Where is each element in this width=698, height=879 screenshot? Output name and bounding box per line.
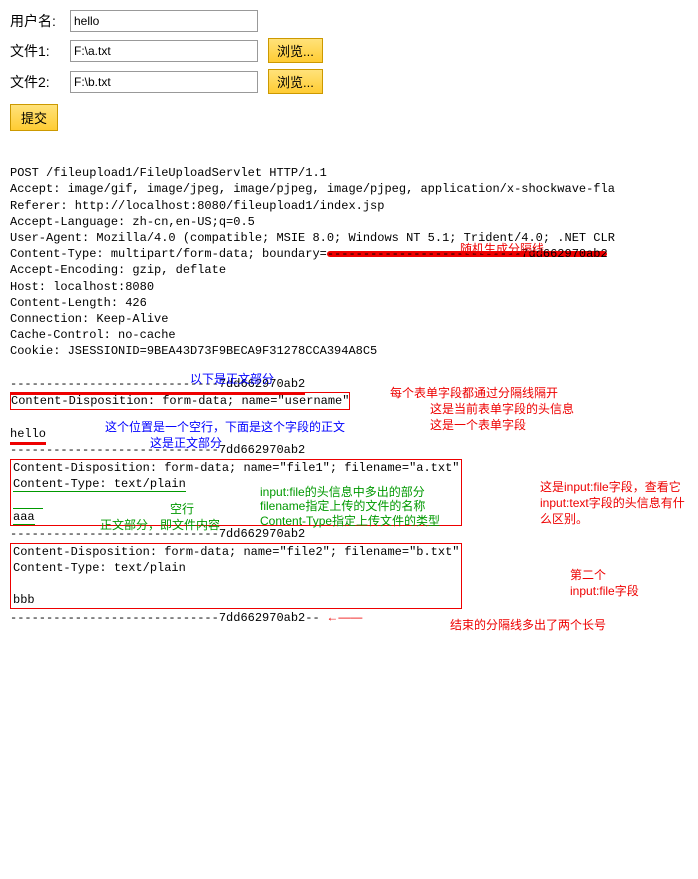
blank-line (13, 577, 20, 591)
anno-blank: 空行 (170, 501, 194, 517)
file1-input[interactable] (70, 40, 258, 62)
http-line: Content-Length: 426 (10, 296, 147, 310)
username-label: 用户名: (10, 11, 70, 31)
ct-file2: Content-Type: text/plain (13, 561, 186, 575)
http-line: POST /fileupload1/FileUploadServlet HTTP… (10, 166, 327, 180)
blank-line (10, 411, 17, 425)
file2-label: 文件2: (10, 72, 70, 92)
anno-is-form-field: 这是一个表单字段 (430, 417, 526, 433)
file1-label: 文件1: (10, 41, 70, 61)
http-line: Referer: http://localhost:8080/fileuploa… (10, 199, 384, 213)
anno-each-field: 每个表单字段都通过分隔线隔开 (390, 385, 558, 401)
anno-is-body: 这是正文部分 (150, 435, 222, 451)
anno-is-file-field: 这是input:file字段，查看它input:text字段的头信息有什么区别。 (540, 479, 690, 528)
anno-field-header: 这是当前表单字段的头信息 (430, 401, 574, 417)
ct-file1: Content-Type: text/plain (13, 477, 186, 492)
anno-blank-then-body: 这个位置是一个空行，下面是这个字段的正文 (105, 419, 345, 435)
body-file2: bbb (13, 593, 35, 607)
cd-username: Content-Disposition: form-data; name="us… (10, 394, 350, 408)
username-input[interactable] (70, 10, 258, 32)
anno-final-dash: 结束的分隔线多出了两个长号 (450, 617, 606, 633)
anno-body-content: 正文部分，即文件内容 (100, 517, 220, 533)
http-line: Cookie: JSESSIONID=9BEA43D73F9BECA9F3127… (10, 344, 377, 358)
submit-button[interactable]: 提交 (10, 104, 58, 131)
anno-random-boundary: 随机生成分隔线 (460, 241, 544, 257)
http-line: Accept: image/gif, image/jpeg, image/pjp… (10, 182, 615, 196)
cd-file1: Content-Disposition: form-data; name="fi… (13, 461, 459, 475)
browse2-button[interactable]: 浏览... (268, 69, 323, 94)
anno-file-extra-header: input:file的头信息中多出的部分 filename指定上传的文件的名称 … (260, 485, 440, 528)
http-line: Connection: Keep-Alive (10, 312, 168, 326)
file2-input[interactable] (70, 71, 258, 93)
http-request-block: POST /fileupload1/FileUploadServlet HTTP… (10, 149, 688, 869)
http-line: Accept-Language: zh-cn,en-US;q=0.5 (10, 215, 255, 229)
anno-second-file: 第二个 input:file字段 (570, 567, 639, 599)
http-line: Accept-Encoding: gzip, deflate (10, 263, 226, 277)
anno-below-body: 以下是正文部分 (190, 371, 274, 387)
blank-line (13, 492, 43, 509)
boundary-close: -----------------------------7dd662970ab… (10, 611, 362, 625)
browse1-button[interactable]: 浏览... (268, 38, 323, 63)
body-file1: aaa (13, 510, 35, 525)
file2-section: Content-Disposition: form-data; name="fi… (10, 543, 462, 610)
http-line: Cache-Control: no-cache (10, 328, 176, 342)
http-line: Host: localhost:8080 (10, 280, 154, 294)
cd-file2: Content-Disposition: form-data; name="fi… (13, 545, 459, 559)
